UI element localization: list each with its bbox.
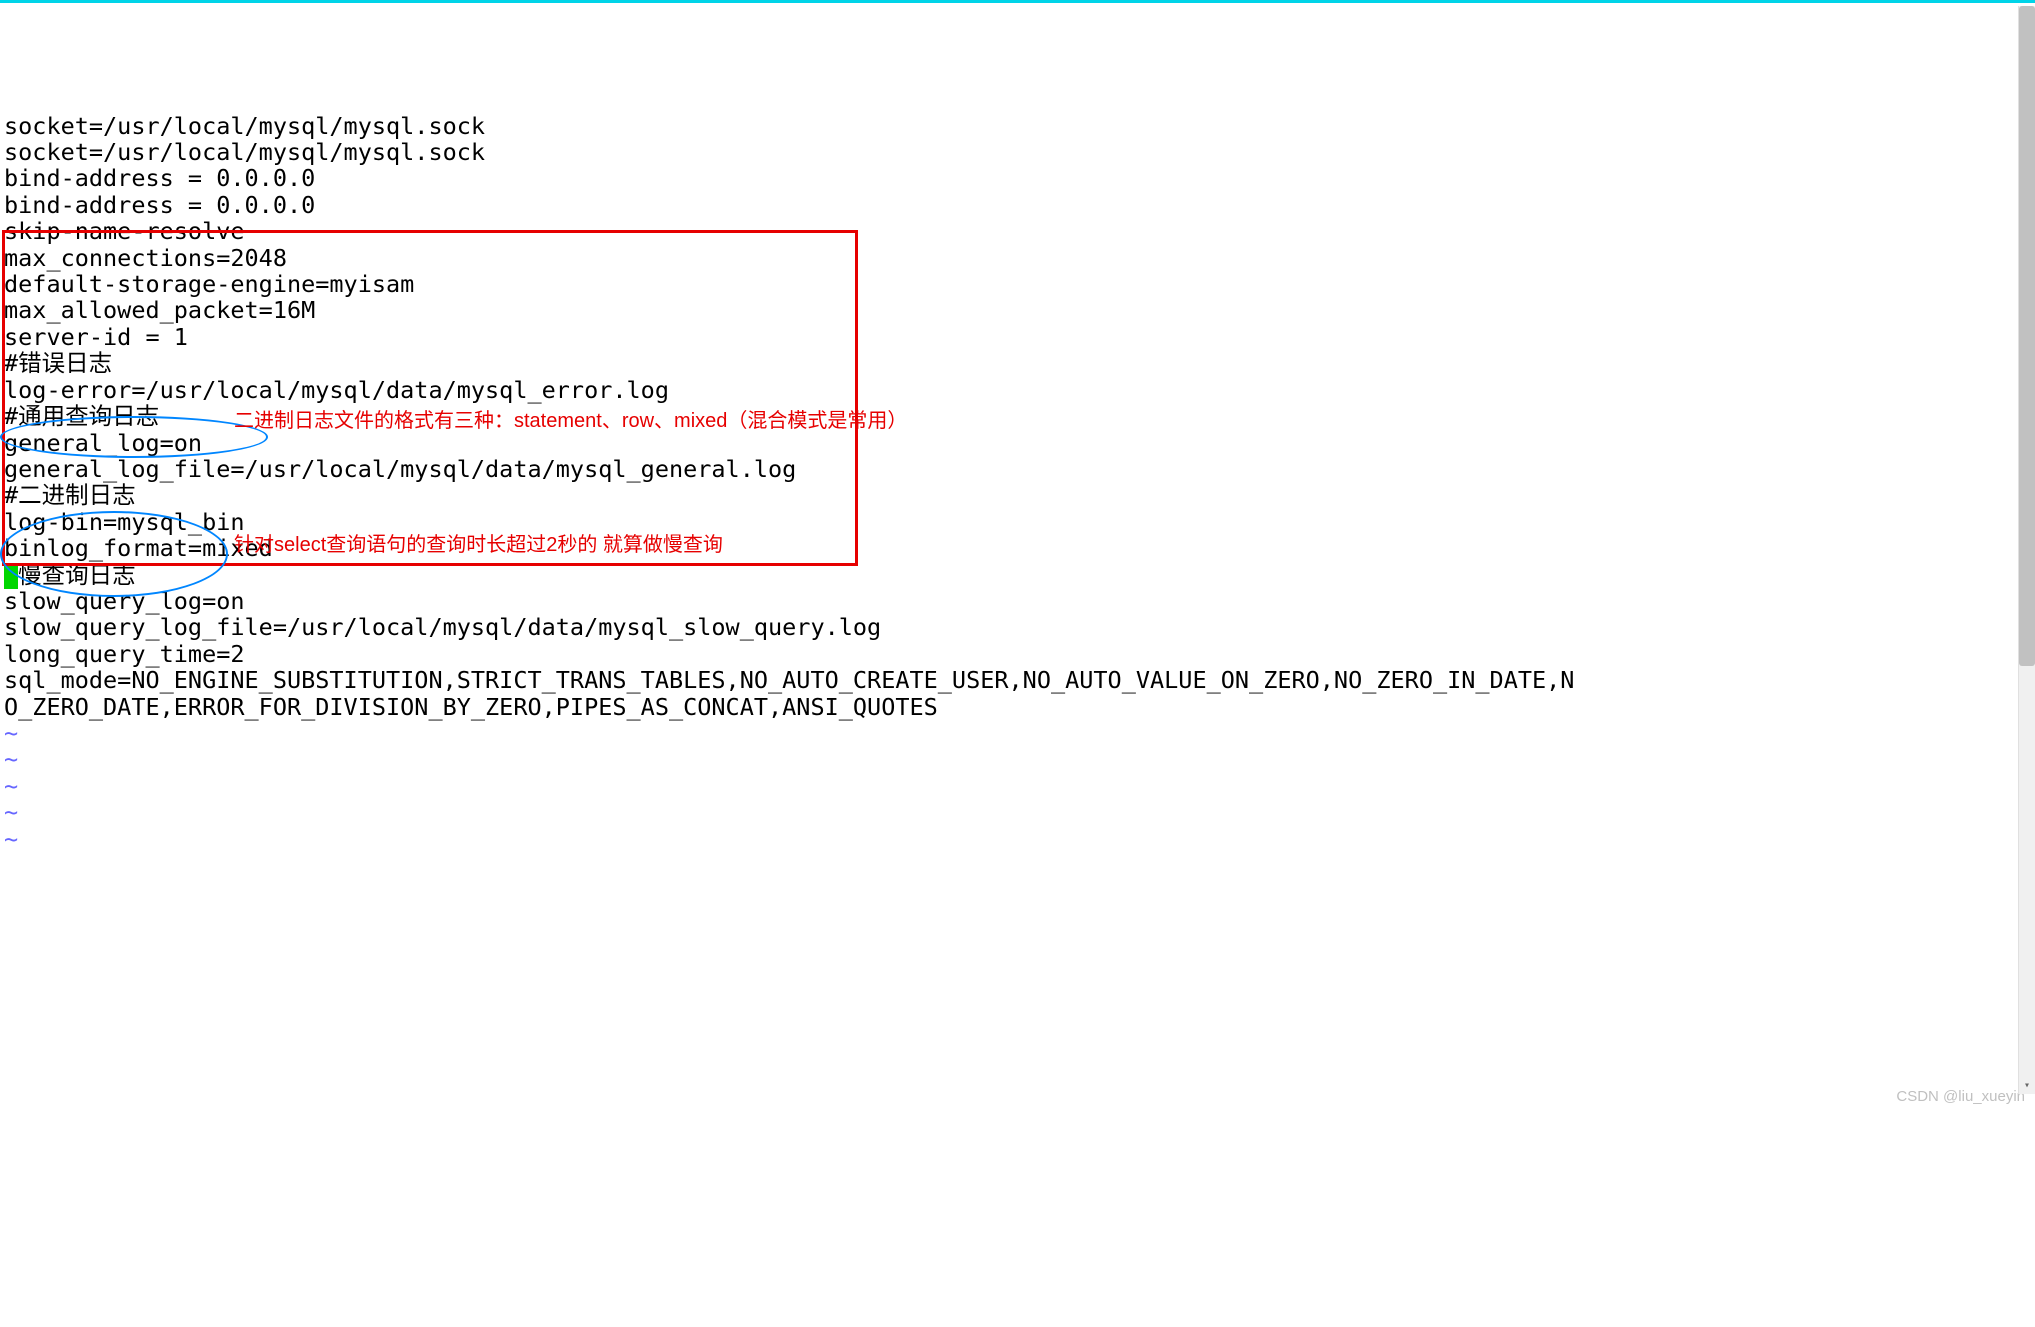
annotation-slow-query: 针对select查询语句的查询时长超过2秒的 就算做慢查询 <box>234 534 723 556</box>
config-line: log-error=/usr/local/mysql/data/mysql_er… <box>4 377 2035 403</box>
cursor-block <box>4 565 18 589</box>
empty-line-tilde: ~ <box>4 720 2035 746</box>
config-line: sql_mode=NO_ENGINE_SUBSTITUTION,STRICT_T… <box>4 667 2035 693</box>
config-line: #错误日志 <box>4 350 2035 376</box>
empty-line-tilde: ~ <box>4 799 2035 825</box>
vertical-scrollbar[interactable]: ▾ <box>2018 6 2035 1094</box>
config-line: bind-address = 0.0.0.0 <box>4 192 2035 218</box>
config-line: general_log_file=/usr/local/mysql/data/m… <box>4 456 2035 482</box>
config-line: server-id = 1 <box>4 324 2035 350</box>
scroll-down-icon[interactable]: ▾ <box>2019 1077 2035 1094</box>
empty-line-tilde: ~ <box>4 746 2035 772</box>
editor-content[interactable]: socket=/usr/local/mysql/mysql.socksocket… <box>4 113 2035 852</box>
config-line: O_ZERO_DATE,ERROR_FOR_DIVISION_BY_ZERO,P… <box>4 694 2035 720</box>
config-line: slow_query_log=on <box>4 588 2035 614</box>
empty-line-tilde: ~ <box>4 773 2035 799</box>
annotation-binlog-format: 二进制日志文件的格式有三种：statement、row、mixed（混合模式是常… <box>234 410 907 432</box>
config-line: log-bin=mysql_bin <box>4 509 2035 535</box>
config-line: bind-address = 0.0.0.0 <box>4 165 2035 191</box>
config-line: general_log=on <box>4 430 2035 456</box>
config-line: skip-name-resolve <box>4 218 2035 244</box>
config-line: #二进制日志 <box>4 482 2035 508</box>
config-line: max_allowed_packet=16M <box>4 297 2035 323</box>
config-line: long_query_time=2 <box>4 641 2035 667</box>
config-line: default-storage-engine=myisam <box>4 271 2035 297</box>
config-line: #慢查询日志 <box>4 562 2035 588</box>
empty-line-tilde: ~ <box>4 826 2035 852</box>
config-line: max_connections=2048 <box>4 245 2035 271</box>
config-line: slow_query_log_file=/usr/local/mysql/dat… <box>4 614 2035 640</box>
watermark: CSDN @liu_xueyin <box>1896 1089 2025 1106</box>
config-line: socket=/usr/local/mysql/mysql.sock <box>4 113 2035 139</box>
config-line: socket=/usr/local/mysql/mysql.sock <box>4 139 2035 165</box>
